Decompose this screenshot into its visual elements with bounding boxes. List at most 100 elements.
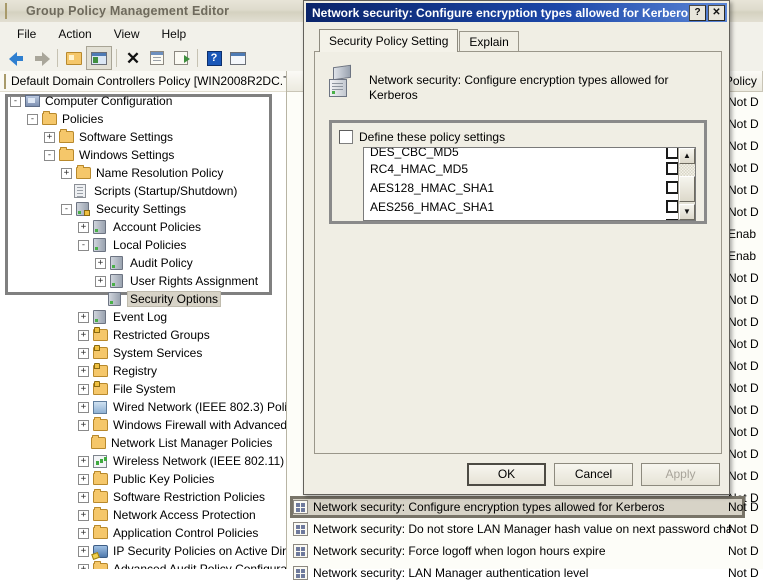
expand-toggle-icon[interactable]: + (78, 401, 89, 413)
expand-toggle-icon[interactable]: + (78, 491, 89, 503)
tree-item-account-policies[interactable]: + Account Policies (0, 218, 286, 236)
tree-item-scripts-startup-shutdown[interactable]: Scripts (Startup/Shutdown) (0, 182, 286, 200)
export-list-icon (174, 51, 190, 65)
expand-toggle-icon[interactable]: + (78, 473, 89, 485)
table-row[interactable]: Network security: Do not store LAN Manag… (287, 518, 763, 540)
tree-item-local-policies[interactable]: - Local Policies (0, 236, 286, 254)
menu-action[interactable]: Action (47, 25, 102, 43)
tree-item-windows-firewall-with-advanced-se[interactable]: + Windows Firewall with Advanced Se (0, 416, 286, 434)
table-row[interactable]: Network security: LAN Manager authentica… (287, 562, 763, 584)
encryption-type-item[interactable]: RC4_HMAC_MD5 (364, 159, 685, 178)
delete-x-icon: ✕ (125, 48, 141, 68)
export-list-button[interactable] (169, 47, 193, 69)
back-button[interactable] (5, 47, 29, 69)
tree-item-label: Computer Configuration (45, 94, 173, 108)
collapse-toggle-icon[interactable]: - (61, 203, 72, 215)
expand-toggle-icon[interactable]: + (78, 419, 89, 431)
encryption-type-item[interactable]: AES128_HMAC_SHA1 (364, 178, 685, 197)
delete-button[interactable]: ✕ (121, 47, 145, 69)
define-these-policy-settings-checkbox[interactable] (339, 130, 353, 144)
collapse-toggle-icon[interactable]: - (44, 149, 55, 161)
server-icon (93, 310, 110, 324)
tree-item-software-settings[interactable]: + Software Settings (0, 128, 286, 146)
tree-item-label: Network List Manager Policies (111, 436, 273, 450)
ok-button[interactable]: OK (467, 462, 546, 486)
new-window-button[interactable] (226, 47, 250, 69)
scrollbar-thumb[interactable] (679, 176, 695, 202)
tree-item-ip-security-policies-on-active-direct[interactable]: + IP Security Policies on Active Direct (0, 542, 286, 560)
expand-toggle-icon[interactable]: + (78, 455, 89, 467)
tree-item-registry[interactable]: + Registry (0, 362, 286, 380)
tree-item-public-key-policies[interactable]: + Public Key Policies (0, 470, 286, 488)
table-row[interactable]: Network security: Force logoff when logo… (287, 540, 763, 562)
tree-item-security-options[interactable]: Security Options (0, 290, 286, 308)
tree-item-policies[interactable]: - Policies (0, 110, 286, 128)
console-tree-panel: Default Domain Controllers Policy [WIN20… (0, 71, 287, 569)
tree-item-audit-policy[interactable]: + Audit Policy (0, 254, 286, 272)
tab-security-policy-setting[interactable]: Security Policy Setting (319, 29, 459, 52)
expand-toggle-icon[interactable]: + (61, 167, 72, 179)
define-policy-settings-row[interactable]: Define these policy settings (339, 130, 505, 144)
tree-item-wireless-network-ieee-802-11-po[interactable]: + Wireless Network (IEEE 802.11) Po (0, 452, 286, 470)
show-hide-tree-button[interactable] (86, 46, 112, 70)
tree-item-software-restriction-policies[interactable]: + Software Restriction Policies (0, 488, 286, 506)
collapse-toggle-icon[interactable]: - (27, 113, 38, 125)
tree-item-restricted-groups[interactable]: + Restricted Groups (0, 326, 286, 344)
menu-help[interactable]: Help (151, 25, 198, 43)
tree-item-security-settings[interactable]: - Security Settings (0, 200, 286, 218)
tree-item-user-rights-assignment[interactable]: + User Rights Assignment (0, 272, 286, 290)
scroll-up-arrow-icon[interactable]: ▲ (679, 148, 695, 164)
dialog-help-button[interactable]: ? (689, 4, 706, 21)
tree-item-event-log[interactable]: + Event Log (0, 308, 286, 326)
tree-item-wired-network-ieee-802-3-policie[interactable]: + Wired Network (IEEE 802.3) Policie (0, 398, 286, 416)
tree-item-label: Account Policies (113, 220, 202, 234)
expand-toggle-icon[interactable]: + (95, 275, 106, 287)
tree-item-name-resolution-policy[interactable]: + Name Resolution Policy (0, 164, 286, 182)
tree-root-header[interactable]: Default Domain Controllers Policy [WIN20… (0, 71, 286, 92)
collapse-toggle-icon[interactable]: - (10, 95, 21, 107)
tree-item-network-list-manager-policies[interactable]: Network List Manager Policies (0, 434, 286, 452)
expand-toggle-icon[interactable]: + (78, 329, 89, 341)
scroll-down-arrow-icon[interactable]: ▼ (679, 204, 695, 220)
tree-item-windows-settings[interactable]: - Windows Settings (0, 146, 286, 164)
dialog-close-button[interactable]: ✕ (708, 4, 725, 21)
expand-toggle-icon[interactable]: + (95, 257, 106, 269)
tree-item-application-control-policies[interactable]: + Application Control Policies (0, 524, 286, 542)
encryption-types-listbox[interactable]: DES_CBC_MD5 RC4_HMAC_MD5 AES128_HMAC_SHA1 A… (363, 147, 696, 221)
tree-body[interactable]: - Computer Configuration - Policies + Softwar… (0, 92, 286, 569)
tab-explain[interactable]: Explain (459, 31, 519, 52)
expand-toggle-icon[interactable]: + (78, 509, 89, 521)
encryption-type-item[interactable]: DES_CBC_MD5 (364, 148, 685, 159)
expand-toggle-icon[interactable]: + (78, 527, 89, 539)
encryption-type-item[interactable]: Future encryption types (364, 216, 685, 220)
menu-file[interactable]: File (6, 25, 47, 43)
menu-view[interactable]: View (103, 25, 151, 43)
properties-button[interactable] (145, 47, 169, 69)
collapse-toggle-icon[interactable]: - (78, 239, 89, 251)
policy-icon (293, 544, 308, 558)
expand-toggle-icon[interactable]: + (78, 563, 89, 569)
expand-toggle-icon[interactable]: + (78, 311, 89, 323)
encryption-list-scrollbar[interactable]: ▲ ▼ (678, 148, 695, 220)
tree-item-file-system[interactable]: + File System (0, 380, 286, 398)
expand-toggle-icon[interactable]: + (78, 221, 89, 233)
up-folder-button[interactable] (62, 47, 86, 69)
expand-toggle-icon[interactable]: + (78, 347, 89, 359)
expand-toggle-icon[interactable]: + (78, 383, 89, 395)
tree-item-network-access-protection[interactable]: + Network Access Protection (0, 506, 286, 524)
help-button[interactable]: ? (202, 47, 226, 69)
scrollbar-track-upper[interactable] (679, 164, 695, 176)
tree-item-system-services[interactable]: + System Services (0, 344, 286, 362)
expand-toggle-icon[interactable]: + (78, 365, 89, 377)
expand-toggle-icon[interactable]: + (44, 131, 55, 143)
policy-setting-value: Not D (728, 271, 759, 285)
tree-item-computer-configuration[interactable]: - Computer Configuration (0, 92, 286, 110)
tree-item-advanced-audit-policy-configuratio[interactable]: + Advanced Audit Policy Configuratio (0, 560, 286, 569)
toolbar-separator (57, 49, 58, 67)
table-row-selected[interactable]: Network security: Configure encryption t… (287, 496, 763, 518)
cancel-button[interactable]: Cancel (554, 462, 633, 486)
encryption-type-item[interactable]: AES256_HMAC_SHA1 (364, 197, 685, 216)
dialog-tab-page: Network security: Configure encryption t… (314, 51, 722, 454)
forward-button[interactable] (29, 47, 53, 69)
expand-toggle-icon[interactable]: + (78, 545, 89, 557)
